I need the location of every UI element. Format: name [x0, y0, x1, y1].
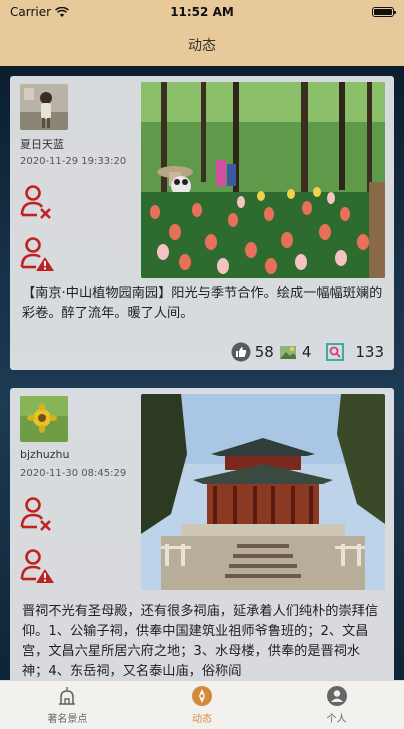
post-timestamp: 2020-11-29 19:33:20 — [20, 156, 127, 167]
page-title: 动态 — [188, 38, 216, 54]
post-card[interactable]: bjzhuzhu 2020-11-30 08:45:29 晋祠不光有圣母殿，还有… — [10, 388, 394, 680]
report-user-icon[interactable] — [20, 548, 54, 584]
wifi-icon — [55, 6, 70, 17]
report-user-icon[interactable] — [20, 236, 54, 272]
post-username[interactable]: bjzhuzhu — [20, 448, 140, 461]
person-icon — [326, 686, 347, 706]
post-card[interactable]: 夏日天蓝 2020-11-29 19:33:20 【南京·中山植物园南园】阳光与… — [10, 76, 394, 370]
landmark-icon — [59, 687, 76, 705]
post-text: 晋祠不光有圣母殿，还有很多祠庙，延承着人们纯朴的崇拜信仰。1、公输子祠，供奉中国… — [22, 604, 379, 679]
tab-label: 著名景点 — [47, 714, 88, 725]
post-text: 【南京·中山植物园南园】阳光与季节合作。绘成一幅幅斑斓的彩卷。醉了流年。暖了人间… — [22, 286, 383, 321]
post-photo-temple[interactable] — [141, 394, 385, 590]
tab-profile[interactable]: 个人 — [269, 681, 404, 729]
carrier-label: Carrier — [10, 5, 52, 19]
feed-list[interactable]: 夏日天蓝 2020-11-29 19:33:20 【南京·中山植物园南园】阳光与… — [0, 66, 404, 680]
like-count: 58 — [254, 343, 274, 361]
post-stats: 58 4 133 — [231, 340, 384, 364]
post-username[interactable]: 夏日天蓝 — [20, 136, 140, 152]
battery-icon — [372, 7, 396, 17]
tab-bar: 著名景点 动态 个人 — [0, 680, 404, 729]
favorite-icon[interactable] — [278, 342, 298, 362]
post-timestamp: 2020-11-30 08:45:29 — [20, 468, 127, 479]
like-icon[interactable] — [231, 342, 251, 362]
tab-label: 动态 — [192, 714, 212, 725]
view-count: 133 — [355, 343, 384, 361]
status-bar: Carrier 11:52 AM — [0, 0, 404, 24]
tab-moments[interactable]: 动态 — [135, 681, 270, 729]
avatar[interactable] — [20, 84, 68, 130]
tab-label: 个人 — [326, 714, 347, 725]
unfollow-user-icon[interactable] — [20, 184, 54, 220]
post-photo-tulip-garden[interactable] — [141, 82, 385, 278]
compass-icon — [192, 686, 212, 706]
unfollow-user-icon[interactable] — [20, 496, 54, 532]
avatar[interactable] — [20, 396, 68, 442]
view-count-icon — [326, 343, 345, 361]
tab-landmarks[interactable]: 著名景点 — [0, 681, 135, 729]
favorite-count: 4 — [301, 343, 312, 361]
status-left: Carrier — [10, 5, 70, 19]
nav-bar: 动态 — [0, 24, 404, 66]
